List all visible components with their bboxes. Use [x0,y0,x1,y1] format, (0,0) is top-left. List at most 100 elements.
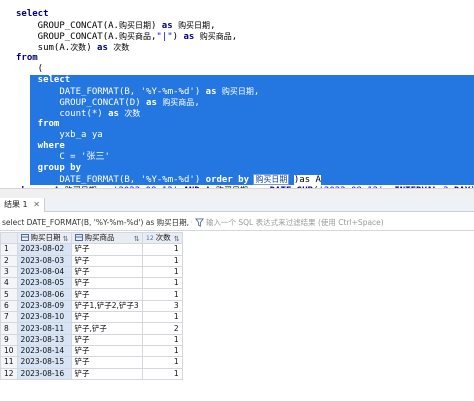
results-table: 购买日期 ⇅ 购买商品 ⇅ 12 次数 ⇅ 1 2023-08-02 铲子 1 2 2023… [0,232,183,380]
table-row[interactable]: 12 2023-08-16 铲子 1 [0,367,183,380]
row-number-cell[interactable]: 12 [0,367,18,380]
sql-line: select [16,9,49,20]
date-cell[interactable]: 2023-08-06 [16,288,72,301]
count-cell[interactable]: 1 [141,356,183,369]
count-cell[interactable]: 1 [141,344,183,358]
sql-line: GROUP_CONCAT(D) as 购买商品, [16,97,199,108]
row-number-cell[interactable]: 10 [0,344,18,358]
product-cell[interactable]: 铲子 [70,288,143,301]
table-row[interactable]: 6 2023-08-09 铲子1,铲子2,铲子3 3 [0,299,183,313]
sort-icon[interactable]: ⇅ [174,234,180,243]
filter-input[interactable] [206,216,472,229]
sql-token: 次数 [70,43,87,52]
date-cell[interactable]: 2023-08-04 [16,265,72,279]
row-number-cell[interactable]: 11 [0,356,18,369]
table-row[interactable]: 3 2023-08-04 铲子 1 [0,265,183,279]
count-cell[interactable]: 1 [141,243,183,256]
sql-token: as [146,98,157,108]
sql-token: DATE_FORMAT(B, [16,175,141,185]
sql-token: GROUP_CONCAT(A. [16,32,119,42]
column-header-count[interactable]: 12 次数 ⇅ [141,232,183,245]
date-cell[interactable]: 2023-08-15 [16,356,72,369]
date-cell[interactable]: 2023-08-16 [16,367,72,380]
product-cell[interactable]: 铲子1,铲子2,铲子3 [70,299,143,313]
date-cell[interactable]: 2023-08-09 [16,299,72,313]
date-cell[interactable]: 2023-08-13 [16,333,72,346]
sql-token: ) [150,21,162,31]
sort-icon[interactable]: ⇅ [134,234,140,243]
sql-token: , [253,87,260,97]
product-cell[interactable]: 铲子 [70,367,143,380]
close-icon[interactable]: ✕ [33,200,40,209]
date-cell[interactable]: 2023-08-14 [16,344,72,358]
product-cell[interactable]: 铲子 [70,277,143,290]
row-number-cell[interactable]: 4 [0,277,18,290]
date-cell[interactable]: 2023-08-11 [16,322,72,335]
date-cell[interactable]: 2023-08-03 [16,254,72,267]
count-cell[interactable]: 1 [141,254,183,267]
sql-token: C = [16,152,82,162]
sql-token: select [16,75,71,85]
sql-token: ) [194,175,206,185]
count-cell[interactable]: 2 [141,322,183,335]
tab-results-1[interactable]: 结果 1 ✕ [0,198,45,212]
sql-token: )as A [293,175,321,185]
row-number-cell[interactable]: 1 [0,243,18,256]
row-number-cell[interactable]: 6 [0,299,18,313]
product-cell[interactable]: 铲子 [70,356,143,369]
filter-icon[interactable] [195,218,204,227]
count-cell[interactable]: 1 [141,277,183,290]
table-row[interactable]: 1 2023-08-02 铲子 1 [0,243,183,256]
product-cell[interactable]: 铲子 [70,243,143,256]
table-row[interactable]: 11 2023-08-15 铲子 1 [0,356,183,369]
product-cell[interactable]: 铲子 [70,265,143,279]
column-header-product[interactable]: 购买商品 ⇅ [70,232,143,245]
row-number-cell[interactable]: 9 [0,333,18,346]
table-row[interactable]: 7 2023-08-10 铲子 1 [0,311,183,324]
table-row[interactable]: 4 2023-08-05 铲子 1 [0,277,183,290]
tab-label: 结果 1 [4,200,28,209]
product-cell[interactable]: 铲子 [70,344,143,358]
row-number-cell[interactable]: 7 [0,311,18,324]
sql-line: from [16,119,60,130]
row-number-cell[interactable]: 3 [0,265,18,279]
sql-token: '%Y-%m-%d' [140,87,195,97]
sql-line: where [16,141,65,152]
table-row[interactable]: 8 2023-08-11 铲子,铲子 2 [0,322,183,335]
count-cell[interactable]: 1 [141,288,183,301]
sql-token: ) [86,43,98,53]
row-number-cell[interactable]: 2 [0,254,18,267]
date-cell[interactable]: 2023-08-02 [16,243,72,256]
table-row[interactable]: 2 2023-08-03 铲子 1 [0,254,183,267]
count-cell[interactable]: 1 [141,333,183,346]
sql-token: ( [16,64,44,74]
sql-token: order by [205,175,250,185]
sql-token: 购买商品 [162,98,195,107]
grid-body: 1 2023-08-02 铲子 1 2 2023-08-03 铲子 1 3 2023-08-04 铲… [0,243,183,380]
sort-icon[interactable]: ⇅ [63,234,69,243]
product-cell[interactable]: 铲子 [70,333,143,346]
table-row[interactable]: 10 2023-08-14 铲子 1 [0,344,183,358]
sql-token: 次数 [124,109,141,118]
count-cell[interactable]: 3 [141,299,183,313]
sql-token: "|" [156,32,173,42]
count-cell[interactable]: 1 [141,265,183,279]
table-row[interactable]: 5 2023-08-06 铲子 1 [0,288,183,301]
date-cell[interactable]: 2023-08-05 [16,277,72,290]
count-cell[interactable]: 1 [141,367,183,380]
sql-token: as [183,32,195,42]
product-cell[interactable]: 铲子 [70,311,143,324]
date-cell[interactable]: 2023-08-10 [16,311,72,324]
product-cell[interactable]: 铲子 [70,254,143,267]
column-header-date[interactable]: 购买日期 ⇅ [16,232,72,245]
sql-token: , [231,32,238,42]
table-row[interactable]: 9 2023-08-13 铲子 1 [0,333,183,346]
row-number-cell[interactable]: 5 [0,288,18,301]
product-cell[interactable]: 铲子,铲子 [70,322,143,335]
sql-editor[interactable]: select GROUP_CONCAT(A.购买日期) as 购买日期, GRO… [0,0,474,188]
pane-splitter[interactable] [0,188,474,198]
row-number-cell[interactable]: 8 [0,322,18,335]
count-cell[interactable]: 1 [141,311,183,324]
sql-token: 次数 [113,43,130,52]
column-type-icon [74,234,83,242]
